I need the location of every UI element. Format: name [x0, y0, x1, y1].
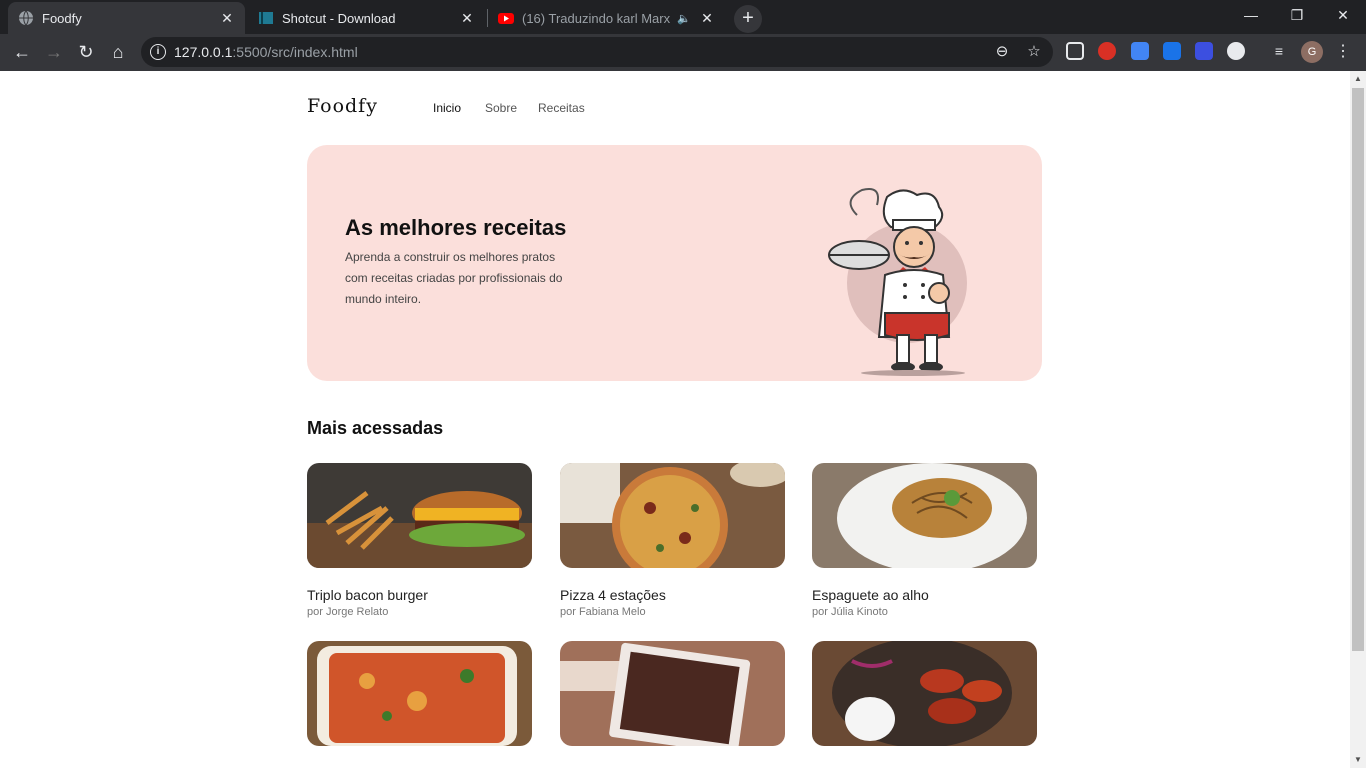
shotcut-icon	[259, 12, 273, 24]
recipe-photo-pizza[interactable]	[560, 463, 785, 568]
nav-link-receitas[interactable]: Receitas	[538, 101, 585, 115]
globe-icon	[19, 10, 33, 26]
recipe-photo-lasagna[interactable]	[307, 641, 532, 746]
recipe-title[interactable]: Pizza 4 estações	[560, 587, 666, 603]
tab-shotcut[interactable]: Shotcut - Download ✕	[248, 2, 485, 34]
recipe-title[interactable]: Espaguete ao alho	[812, 587, 929, 603]
page-scrollbar[interactable]: ▲ ▼	[1350, 71, 1366, 768]
close-window-button[interactable]: ✕	[1320, 0, 1366, 32]
scroll-down-arrow[interactable]: ▼	[1350, 752, 1366, 768]
tab-foodfy[interactable]: Foodfy ✕	[8, 2, 245, 34]
nav-link-inicio[interactable]: Inicio	[433, 101, 461, 115]
tab-title: (16) Traduzindo karl Marx pa	[522, 10, 674, 26]
site-header: Foodfy Inicio Sobre Receitas	[307, 93, 1042, 123]
hero-text: Aprenda a construir os melhores pratos c…	[345, 250, 563, 306]
tab-youtube[interactable]: (16) Traduzindo karl Marx pa 🔈 ✕	[488, 2, 725, 34]
bookmark-star-icon[interactable]: ☆	[1025, 43, 1043, 61]
nav-link-sobre[interactable]: Sobre	[485, 101, 517, 115]
close-icon[interactable]: ✕	[459, 10, 475, 26]
speaker-icon[interactable]: 🔈	[677, 12, 691, 25]
recipe-author: por Fabiana Melo	[560, 606, 646, 618]
scrollbar-thumb[interactable]	[1352, 88, 1364, 651]
recipe-author: por Júlia Kinoto	[812, 606, 888, 618]
emoji-extension-icon[interactable]	[1227, 42, 1245, 60]
tab-title: Foodfy	[42, 10, 82, 26]
info-icon[interactable]: i	[150, 44, 166, 60]
recipe-title[interactable]: Triplo bacon burger	[307, 587, 428, 603]
pocket-extension-icon[interactable]	[1066, 42, 1084, 60]
back-button[interactable]: ←	[8, 39, 36, 67]
video-extension-icon[interactable]	[1195, 42, 1213, 60]
page-viewport: Foodfy Inicio Sobre Receitas As melhores…	[0, 71, 1350, 768]
recipe-photo-burger[interactable]	[307, 463, 532, 568]
chef-illustration	[828, 188, 967, 376]
scroll-up-arrow[interactable]: ▲	[1350, 71, 1366, 87]
adblock-extension-icon[interactable]	[1098, 42, 1116, 60]
close-icon[interactable]: ✕	[219, 10, 235, 26]
zoom-out-icon[interactable]: ⊖	[993, 43, 1011, 61]
hero-title: As melhores receitas	[345, 215, 567, 240]
minimize-button[interactable]: —	[1228, 0, 1274, 32]
browser-toolbar: ← → ↻ ⌂ i 127.0.0.1:5500/src/index.html …	[0, 34, 1366, 71]
hero-banner: As melhores receitas Aprenda a construir…	[307, 145, 1042, 381]
more-menu-icon[interactable]: ⋮	[1334, 40, 1352, 64]
translate-extension-icon[interactable]	[1131, 42, 1149, 60]
close-icon[interactable]: ✕	[699, 10, 715, 26]
recipe-photo-spaghetti[interactable]	[812, 463, 1037, 568]
youtube-icon	[498, 13, 514, 24]
recipe-photo-chocolate[interactable]	[560, 641, 785, 746]
home-button[interactable]: ⌂	[104, 39, 132, 67]
tab-title: Shotcut - Download	[282, 10, 396, 26]
profile-avatar[interactable]: G	[1301, 41, 1323, 63]
url-text[interactable]: 127.0.0.1:5500/src/index.html	[174, 44, 358, 60]
forward-button[interactable]: →	[40, 39, 68, 67]
browser-chrome: Foodfy ✕ Shotcut - Download ✕ (16) Tradu…	[0, 0, 1366, 71]
url-host: 127.0.0.1	[174, 44, 233, 60]
url-path: :5500/src/index.html	[232, 44, 358, 60]
restore-button[interactable]: ❐	[1274, 0, 1320, 32]
site-logo[interactable]: Foodfy	[307, 95, 378, 117]
media-queue-icon[interactable]: ≡	[1270, 42, 1288, 60]
new-tab-button[interactable]: +	[734, 5, 762, 33]
recipe-author: por Jorge Relato	[307, 606, 389, 618]
address-bar[interactable]: i 127.0.0.1:5500/src/index.html ⊖ ☆	[141, 37, 1053, 67]
section-title: Mais acessadas	[307, 418, 444, 438]
recipe-photo-chicken-wings[interactable]	[812, 641, 1037, 746]
tab-strip: Foodfy ✕ Shotcut - Download ✕ (16) Tradu…	[0, 0, 1366, 34]
reload-button[interactable]: ↻	[72, 39, 100, 67]
screenshot-extension-icon[interactable]	[1163, 42, 1181, 60]
